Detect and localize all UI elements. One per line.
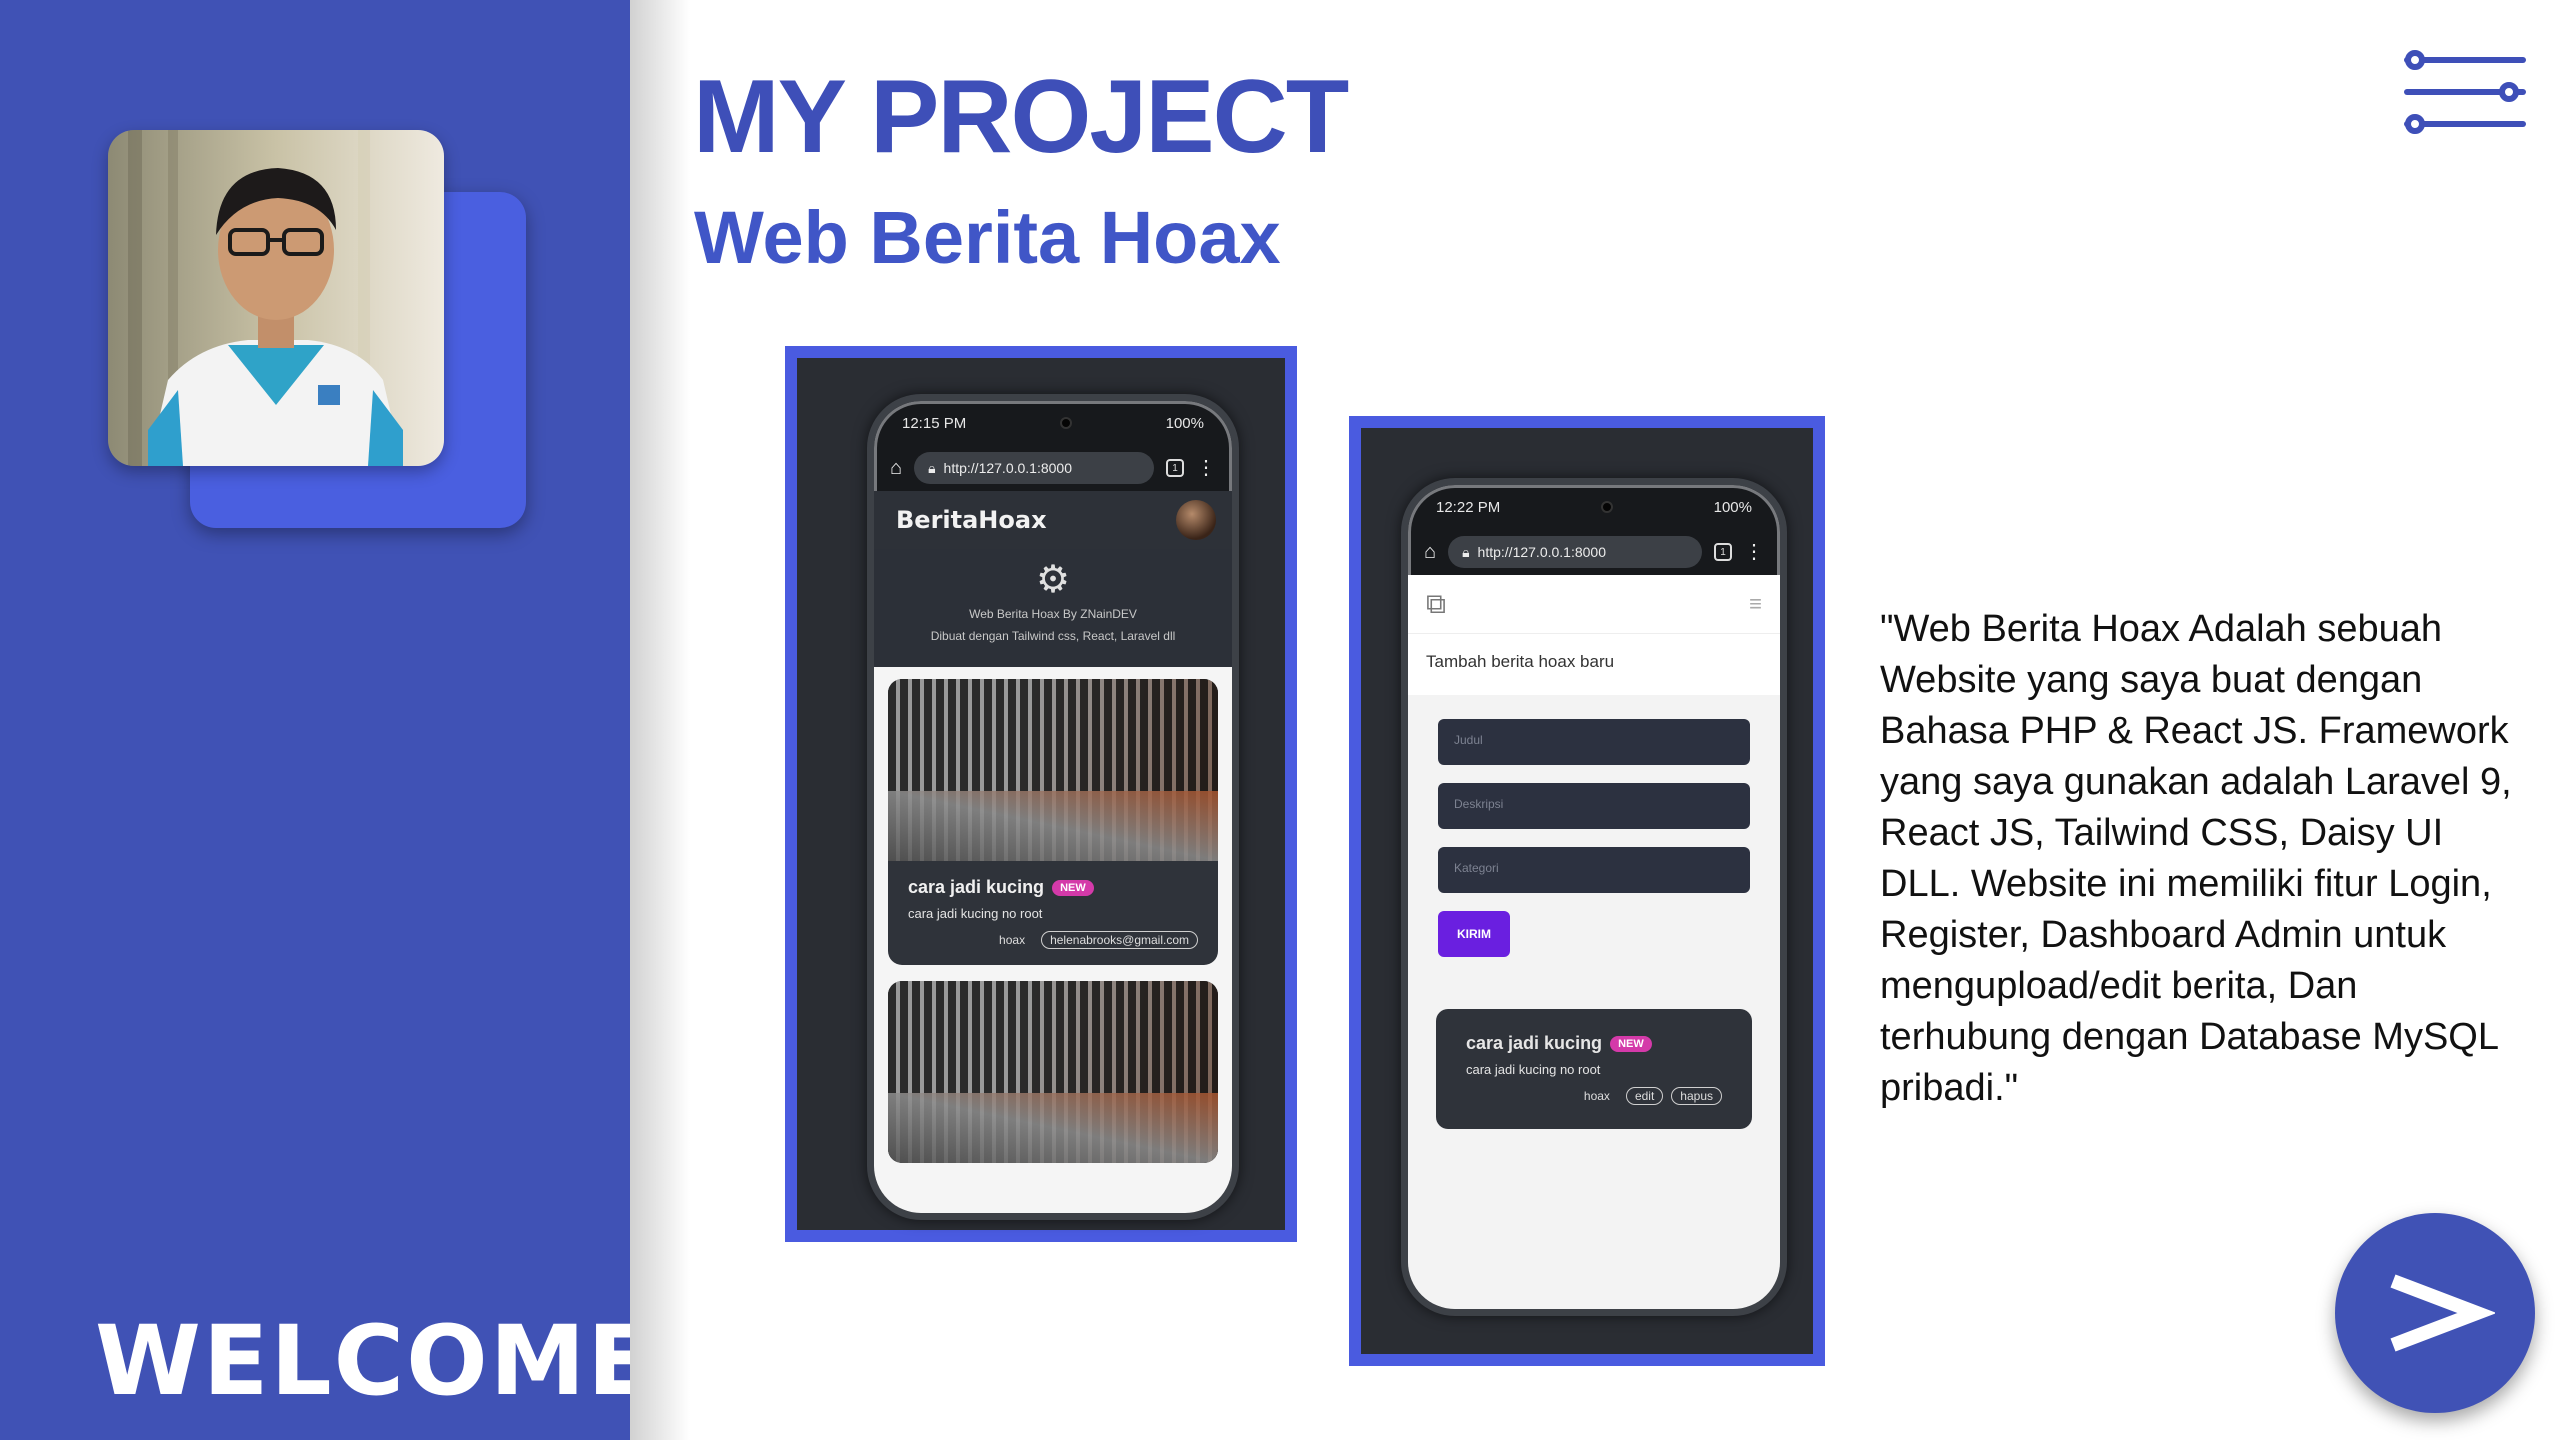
more-icon[interactable]: ⋮ xyxy=(1744,542,1764,562)
battery-label: 100% xyxy=(1165,414,1204,432)
tabs-icon[interactable]: 1 xyxy=(1714,543,1732,561)
hamburger-icon[interactable]: ≡ xyxy=(1749,591,1762,617)
card-description: cara jadi kucing no root xyxy=(908,906,1043,921)
lock-icon: 🔒︎ xyxy=(1462,543,1470,560)
url-text: http://127.0.0.1:8000 xyxy=(943,460,1072,476)
card-tags: hoax helenabrooks@gmail.com xyxy=(908,931,1198,949)
status-time: 12:22 PM xyxy=(1436,498,1501,516)
left-panel: WELCOME xyxy=(0,0,653,1440)
news-list: cara jadi kucing NEW cara jadi kucing no… xyxy=(874,667,1232,1213)
phone-mockup-home: 12:15 PM 100% ⌂ 🔒︎ http://127.0.0.1:8000… xyxy=(867,394,1239,1220)
new-badge: NEW xyxy=(1610,1035,1652,1052)
news-card[interactable] xyxy=(888,981,1218,1163)
form-heading: Tambah berita hoax baru xyxy=(1408,633,1780,695)
home-icon[interactable]: ⌂ xyxy=(890,457,902,480)
lock-icon: 🔒︎ xyxy=(928,459,936,476)
panel-shadow xyxy=(630,0,690,1440)
card-description: cara jadi kucing no root xyxy=(1466,1062,1601,1077)
url-field[interactable]: 🔒︎ http://127.0.0.1:8000 xyxy=(914,452,1154,484)
card-tags: hoax edit hapus xyxy=(1466,1087,1722,1105)
slide: WELCOME MY PROJECT Web Berita Hoax 12:15… xyxy=(0,0,2560,1440)
project-title: Web Berita Hoax xyxy=(694,196,1281,279)
card-body: cara jadi kucing NEW cara jadi kucing no… xyxy=(888,861,1218,965)
gear-icon: ⚙ xyxy=(1035,559,1071,601)
card-title: cara jadi kucing NEW xyxy=(908,877,1198,898)
camera-icon xyxy=(1600,501,1613,513)
submit-button[interactable]: KIRIM xyxy=(1438,911,1510,957)
status-bar: 12:22 PM 100% xyxy=(1408,485,1780,529)
hero-line-2: Dibuat dengan Tailwind css, React, Larav… xyxy=(930,629,1176,643)
tag-author[interactable]: helenabrooks@gmail.com xyxy=(1041,931,1198,949)
news-card[interactable]: cara jadi kucing NEW cara jadi kucing no… xyxy=(888,679,1218,965)
news-image xyxy=(888,679,1218,861)
phone-mockup-form: 12:22 PM 100% ⌂ 🔒︎ http://127.0.0.1:8000… xyxy=(1401,478,1787,1316)
profile-photo-image xyxy=(108,130,444,466)
url-text: http://127.0.0.1:8000 xyxy=(1477,544,1606,560)
browser-bar: ⌂ 🔒︎ http://127.0.0.1:8000 1 ⋮ xyxy=(1408,529,1780,575)
screenshot-home-frame: 12:15 PM 100% ⌂ 🔒︎ http://127.0.0.1:8000… xyxy=(785,346,1297,1242)
sliders-menu-icon[interactable] xyxy=(2395,40,2535,140)
status-time: 12:15 PM xyxy=(902,414,967,432)
new-badge: NEW xyxy=(1052,879,1094,896)
tag-category[interactable]: hoax xyxy=(991,931,1033,949)
tabs-icon[interactable]: 1 xyxy=(1166,459,1184,477)
profile-photo xyxy=(108,130,444,466)
more-icon[interactable]: ⋮ xyxy=(1196,458,1216,478)
site-brand[interactable]: BeritaHoax xyxy=(896,506,1047,534)
home-icon[interactable]: ⌂ xyxy=(1424,541,1436,564)
news-card[interactable]: cara jadi kucing NEW cara jadi kucing no… xyxy=(1436,1009,1752,1129)
category-input[interactable]: Kategori xyxy=(1438,847,1750,893)
site-navbar: BeritaHoax xyxy=(874,491,1232,549)
laravel-logo-icon[interactable]: ⧉ xyxy=(1426,588,1446,621)
edit-button[interactable]: edit xyxy=(1625,1087,1664,1105)
status-bar: 12:15 PM 100% xyxy=(874,401,1232,445)
web-page-home: BeritaHoax ⚙ Web Berita Hoax By ZNainDEV… xyxy=(874,491,1232,1213)
card-title: cara jadi kucing NEW xyxy=(1466,1033,1722,1054)
tag-category[interactable]: hoax xyxy=(1576,1087,1618,1105)
title-input[interactable]: Judul xyxy=(1438,719,1750,765)
hero-line-1: Web Berita Hoax By ZNainDEV xyxy=(969,607,1137,621)
hero-section: ⚙ Web Berita Hoax By ZNainDEV Dibuat den… xyxy=(874,549,1232,667)
next-button[interactable] xyxy=(2335,1213,2535,1413)
news-image xyxy=(888,981,1218,1163)
screenshot-form-frame: 12:22 PM 100% ⌂ 🔒︎ http://127.0.0.1:8000… xyxy=(1349,416,1825,1366)
browser-bar: ⌂ 🔒︎ http://127.0.0.1:8000 1 ⋮ xyxy=(874,445,1232,491)
page-title: MY PROJECT xyxy=(693,59,1349,175)
delete-button[interactable]: hapus xyxy=(1671,1087,1722,1105)
avatar[interactable] xyxy=(1176,500,1216,540)
welcome-text: WELCOME xyxy=(95,1305,655,1417)
site-navbar: ⧉ ≡ xyxy=(1408,575,1780,633)
project-description: "Web Berita Hoax Adalah sebuah Website y… xyxy=(1880,608,2512,1109)
card-title-text: cara jadi kucing xyxy=(908,877,1045,897)
camera-icon xyxy=(1059,417,1072,429)
add-news-form: Judul Deskripsi Kategori KIRIM xyxy=(1408,695,1780,957)
battery-label: 100% xyxy=(1713,498,1752,516)
url-field[interactable]: 🔒︎ http://127.0.0.1:8000 xyxy=(1448,536,1702,568)
card-title-text: cara jadi kucing xyxy=(1466,1033,1603,1053)
web-page-form: ⧉ ≡ Tambah berita hoax baru Judul Deskri… xyxy=(1408,575,1780,1309)
description-input[interactable]: Deskripsi xyxy=(1438,783,1750,829)
chevron-right-icon xyxy=(2390,1274,2495,1352)
